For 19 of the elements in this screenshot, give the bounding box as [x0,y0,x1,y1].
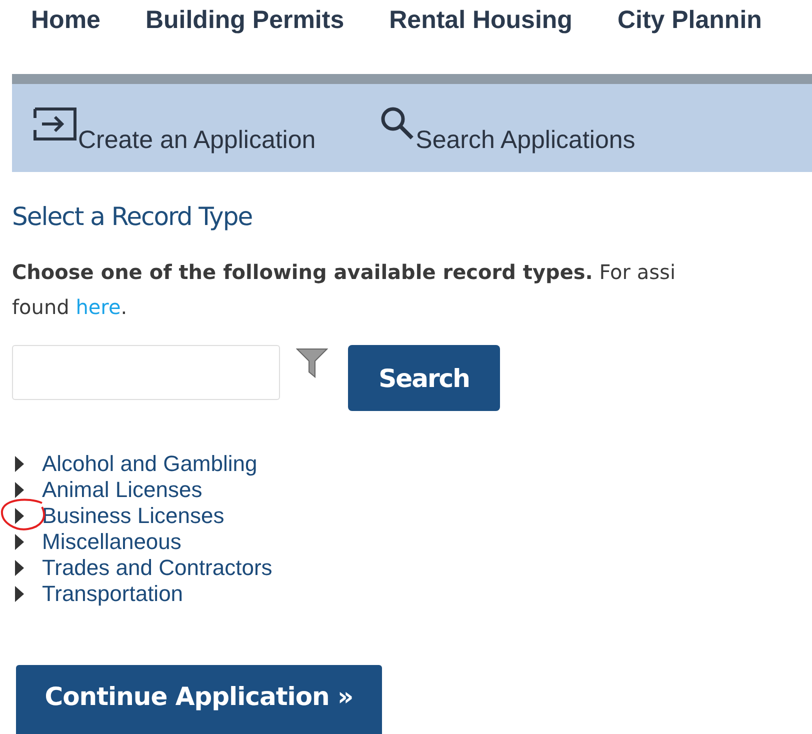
search-button[interactable]: Search [348,345,500,411]
continue-button[interactable]: Continue Application » [16,665,382,734]
record-type-link[interactable]: Alcohol and Gambling [42,452,258,476]
filter-icon[interactable] [296,348,328,378]
toolbar-link[interactable]: Create an Application [32,106,316,155]
sign-in-icon [32,106,78,142]
nav-link[interactable]: City Plannin [617,6,762,38]
nav-link[interactable]: Building Permits [145,6,344,38]
instructions-text: Choose one of the following available record types. For assi found here. [12,259,677,321]
record-type-link[interactable]: Transportation [42,582,184,606]
nav-link[interactable]: Home [31,6,100,38]
section-heading: Select a Record Type [12,202,252,231]
record-type-link[interactable]: Trades and Contractors [42,556,272,580]
nav-link[interactable]: Rental Housing [389,6,572,38]
record-type-link[interactable]: Miscellaneous [42,530,182,554]
search-icon [380,106,416,142]
toolbar-link[interactable]: Search Applications [380,106,636,155]
search-field[interactable] [12,345,280,400]
record-type-link[interactable]: Animal Licenses [42,478,202,502]
